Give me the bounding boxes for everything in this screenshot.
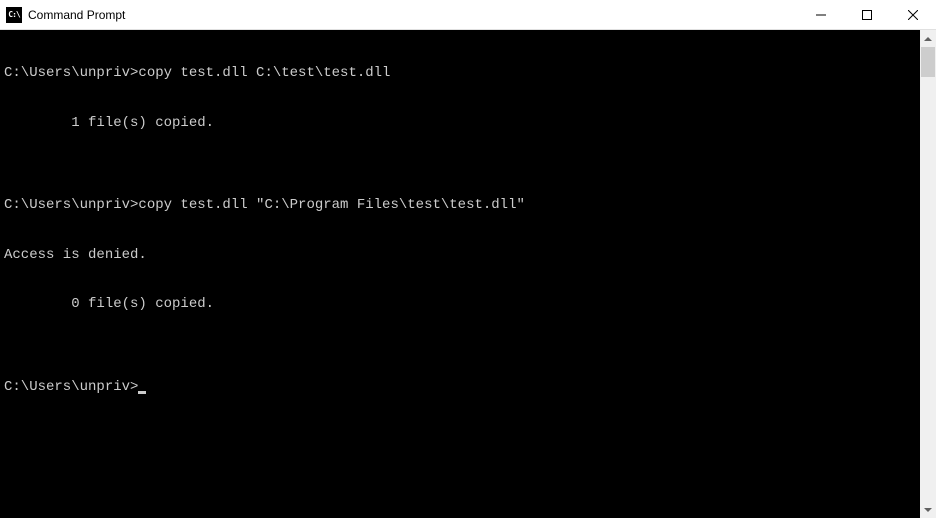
prompt: C:\Users\unpriv> bbox=[4, 65, 138, 81]
prompt: C:\Users\unpriv> bbox=[4, 379, 138, 395]
terminal-line: C:\Users\unpriv> bbox=[4, 379, 920, 396]
window-controls bbox=[798, 0, 936, 29]
scrollbar[interactable] bbox=[920, 30, 936, 518]
minimize-button[interactable] bbox=[798, 0, 844, 30]
cmd-icon: C:\ bbox=[6, 7, 22, 23]
scroll-thumb[interactable] bbox=[921, 47, 935, 77]
terminal[interactable]: C:\Users\unpriv>copy test.dll C:\test\te… bbox=[0, 30, 920, 518]
terminal-line: C:\Users\unpriv>copy test.dll "C:\Progra… bbox=[4, 197, 920, 214]
command: copy test.dll C:\test\test.dll bbox=[138, 65, 390, 81]
prompt: C:\Users\unpriv> bbox=[4, 197, 138, 213]
chevron-down-icon bbox=[924, 508, 932, 512]
scroll-up-button[interactable] bbox=[920, 30, 936, 47]
command: copy test.dll "C:\Program Files\test\tes… bbox=[138, 197, 524, 213]
terminal-line: C:\Users\unpriv>copy test.dll C:\test\te… bbox=[4, 65, 920, 82]
terminal-area: C:\Users\unpriv>copy test.dll C:\test\te… bbox=[0, 30, 936, 518]
maximize-icon bbox=[862, 10, 872, 20]
minimize-icon bbox=[816, 10, 826, 20]
cursor bbox=[138, 391, 146, 394]
titlebar: C:\ Command Prompt bbox=[0, 0, 936, 30]
terminal-line: 0 file(s) copied. bbox=[4, 296, 920, 313]
chevron-up-icon bbox=[924, 37, 932, 41]
close-icon bbox=[908, 10, 918, 20]
cmd-icon-label: C:\ bbox=[8, 10, 19, 19]
maximize-button[interactable] bbox=[844, 0, 890, 30]
terminal-line: 1 file(s) copied. bbox=[4, 115, 920, 132]
close-button[interactable] bbox=[890, 0, 936, 30]
window-title: Command Prompt bbox=[28, 8, 125, 22]
titlebar-left: C:\ Command Prompt bbox=[0, 7, 125, 23]
terminal-line: Access is denied. bbox=[4, 247, 920, 264]
scroll-down-button[interactable] bbox=[920, 501, 936, 518]
